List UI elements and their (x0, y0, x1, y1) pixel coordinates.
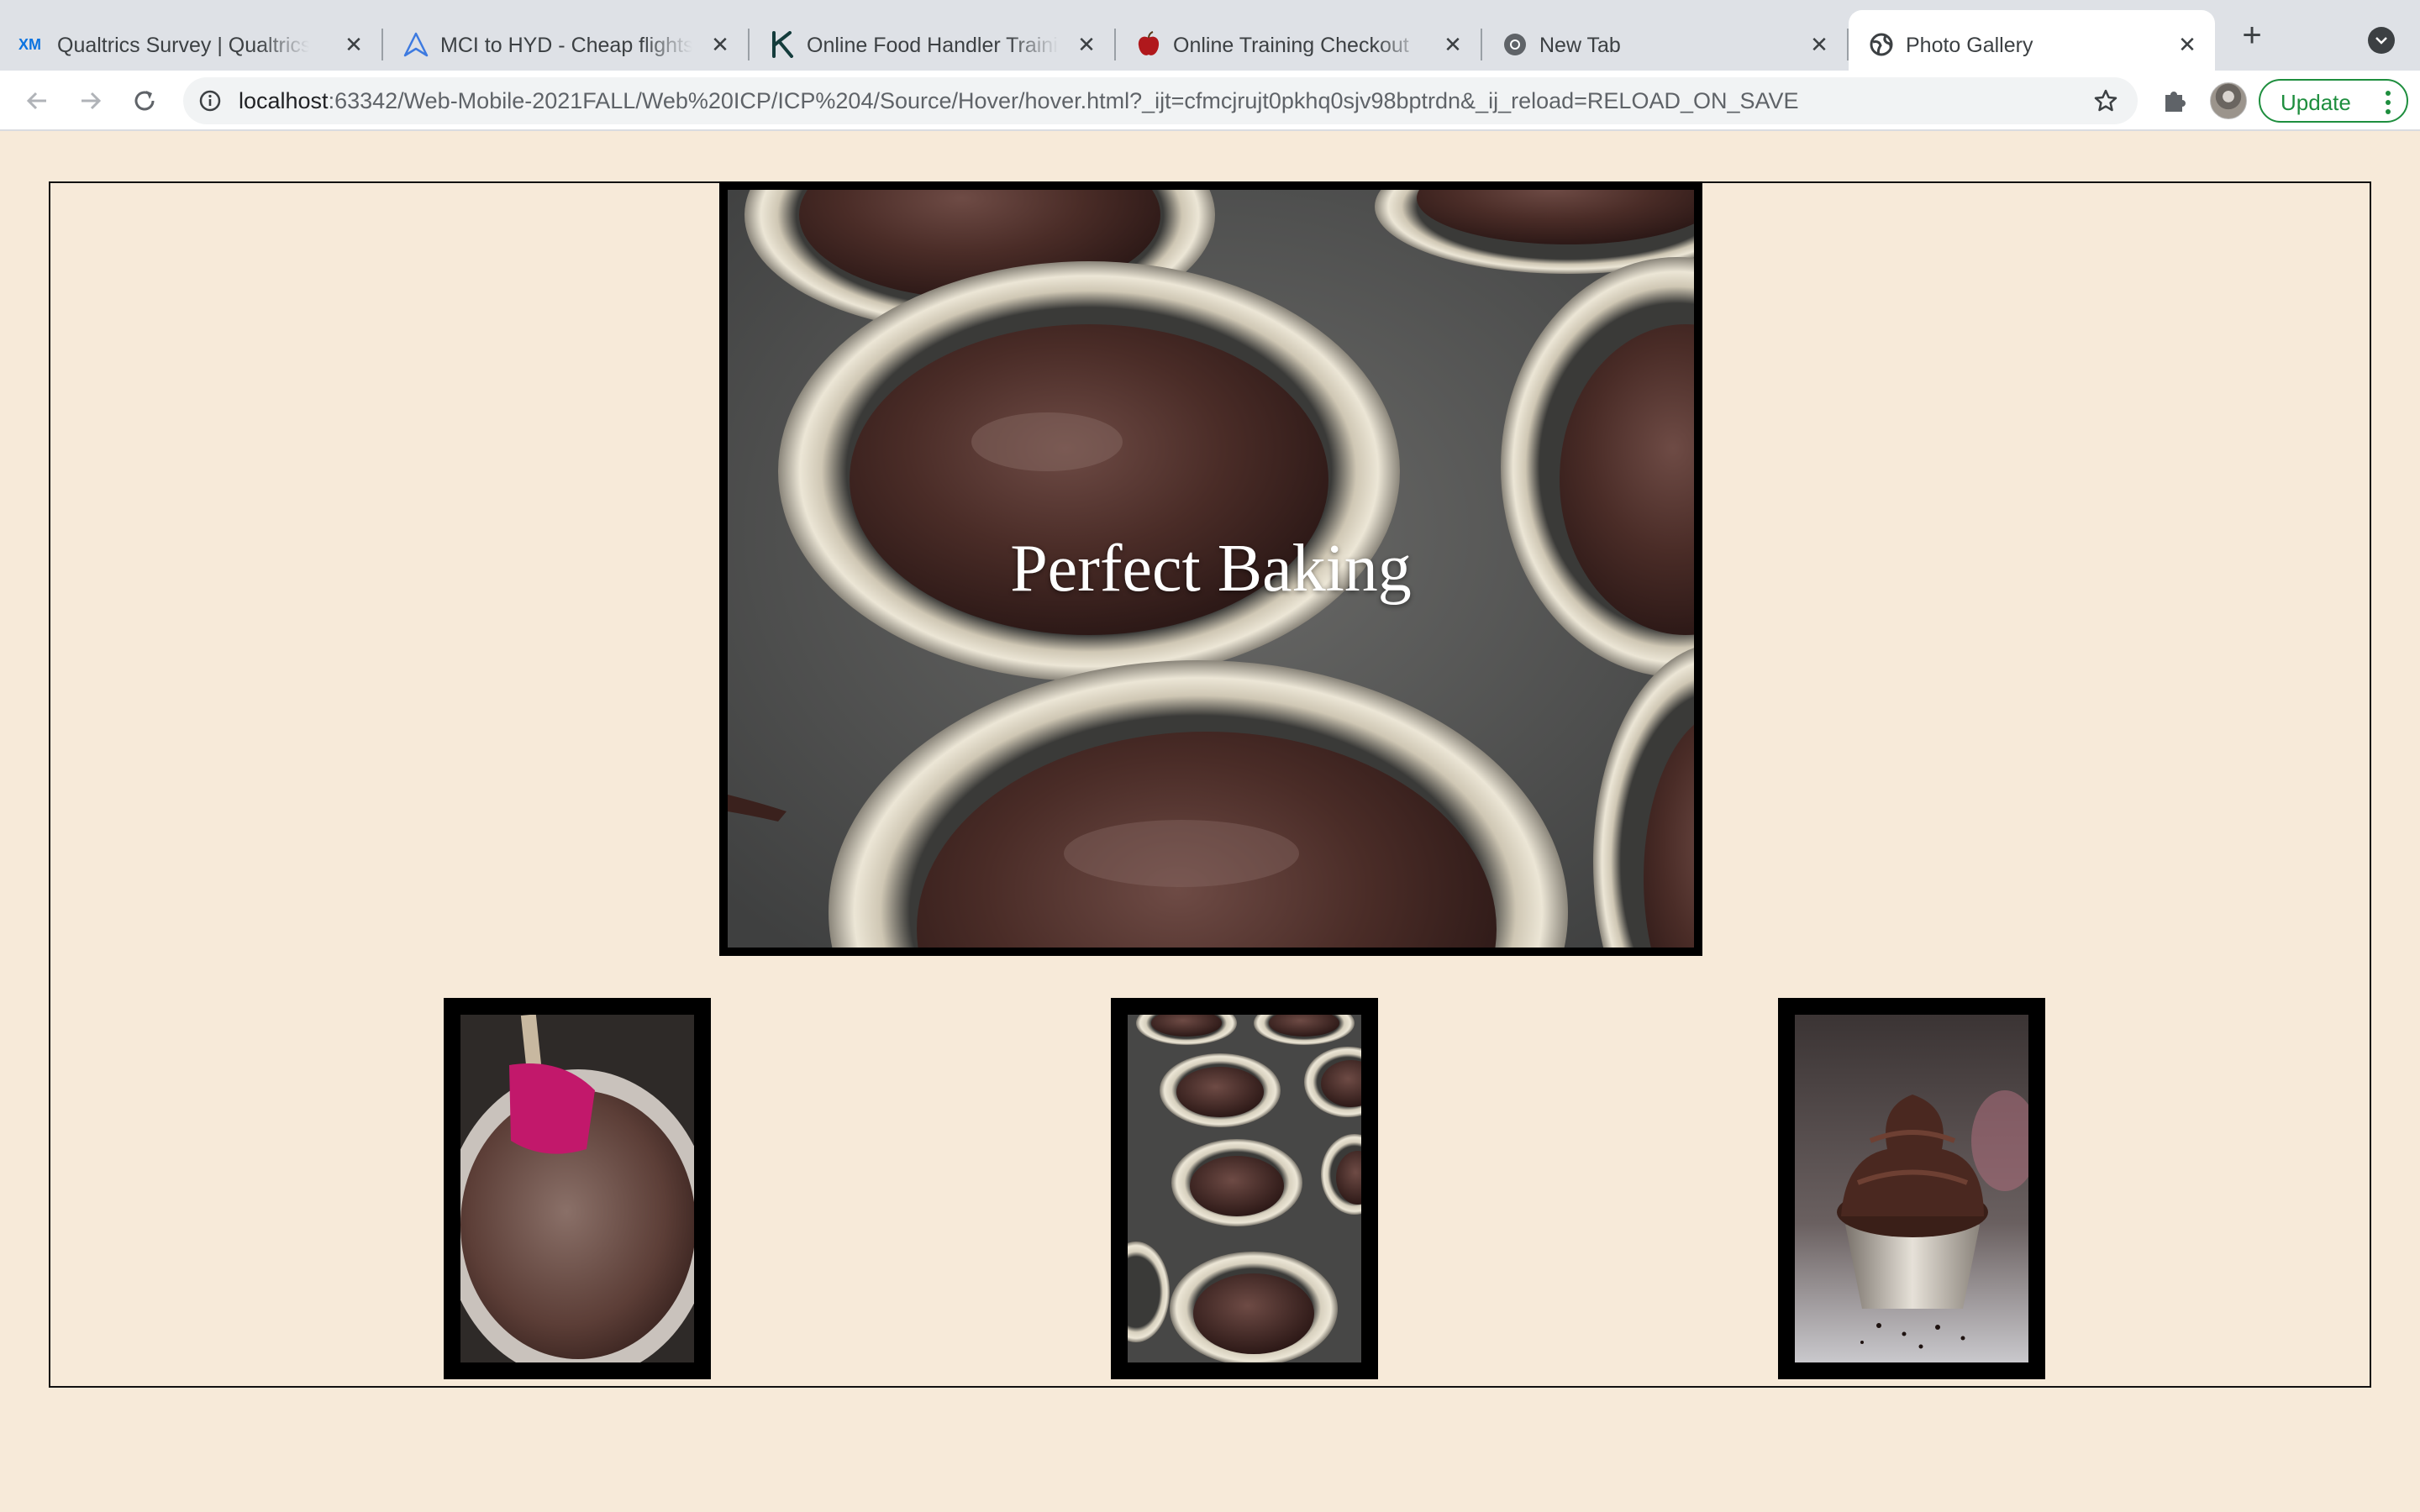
back-button[interactable] (20, 84, 54, 118)
forward-button[interactable] (74, 84, 108, 118)
frosted-cupcake-photo (1795, 1015, 2028, 1362)
more-menu-icon[interactable] (2385, 91, 2391, 114)
url-host: localhost (239, 88, 329, 113)
k-logo-icon (768, 30, 797, 59)
forward-arrow-icon (82, 92, 102, 110)
browser-toolbar: localhost:63342/Web-Mobile-2021FALL/Web%… (0, 71, 2420, 131)
tab-flights[interactable]: MCI to HYD - Cheap flights ✕ (383, 10, 750, 71)
close-tab-icon[interactable]: ✕ (1440, 32, 1465, 57)
extensions-puzzle-icon[interactable] (2158, 84, 2191, 118)
tab-title: Online Food Handler Training (807, 34, 1059, 57)
close-tab-icon[interactable]: ✕ (1074, 32, 1099, 57)
tab-food-handler[interactable]: Online Food Handler Training ✕ (750, 10, 1116, 71)
apple-icon (1134, 30, 1163, 59)
thumbnail-batter[interactable] (444, 998, 711, 1379)
batter-bowl-photo (460, 1015, 694, 1362)
url-path: :63342/Web-Mobile-2021FALL/Web%20ICP/ICP… (328, 88, 1799, 113)
reload-button[interactable] (128, 84, 161, 118)
new-tab-button[interactable]: + (2235, 17, 2269, 54)
close-tab-icon[interactable]: ✕ (341, 32, 366, 57)
tab-photo-gallery[interactable]: Photo Gallery ✕ (1849, 10, 2215, 71)
svg-text:XM: XM (18, 36, 41, 53)
update-button[interactable]: Update (2259, 79, 2408, 123)
update-label: Update (2281, 90, 2351, 115)
tab-title: New Tab (1539, 34, 1621, 57)
back-arrow-icon (26, 92, 46, 110)
tab-training-checkout[interactable]: Online Training Checkout ✕ (1116, 10, 1482, 71)
tab-title: Online Training Checkout (1173, 34, 1409, 57)
tab-strip: XM Qualtrics Survey | Qualtrics ✕ MCI to… (0, 0, 2420, 71)
thumbnail-muffin-tin[interactable] (1111, 998, 1378, 1379)
url-text[interactable]: localhost:63342/Web-Mobile-2021FALL/Web%… (239, 84, 1799, 118)
globe-icon (1867, 30, 1896, 59)
tab-title: MCI to HYD - Cheap flights (440, 34, 692, 57)
site-info-icon[interactable] (198, 89, 222, 113)
chrome-icon (1501, 30, 1529, 59)
thumbnail-frosted-cupcake[interactable] (1778, 998, 2045, 1379)
bookmark-star-icon[interactable] (2092, 87, 2119, 114)
hero-caption: Perfect Baking (1010, 531, 1412, 606)
muffin-tin-small-photo (1128, 1015, 1361, 1362)
tab-qualtrics[interactable]: XM Qualtrics Survey | Qualtrics ✕ (0, 10, 383, 71)
flight-logo-icon (402, 30, 430, 59)
reload-icon (134, 91, 155, 111)
profile-avatar[interactable] (2210, 82, 2247, 119)
tab-title: Qualtrics Survey | Qualtrics (57, 34, 309, 57)
close-tab-icon[interactable]: ✕ (1807, 32, 1832, 57)
tab-title: Photo Gallery (1906, 34, 2033, 57)
xm-logo-icon: XM (18, 30, 47, 59)
tab-search-icon[interactable] (2368, 27, 2395, 54)
close-tab-icon[interactable]: ✕ (2175, 32, 2200, 57)
close-tab-icon[interactable]: ✕ (708, 32, 733, 57)
address-bar[interactable]: localhost:63342/Web-Mobile-2021FALL/Web%… (183, 77, 2138, 124)
tab-new-tab[interactable]: New Tab ✕ (1482, 10, 1849, 71)
hero-image[interactable]: Perfect Baking (719, 181, 1702, 956)
